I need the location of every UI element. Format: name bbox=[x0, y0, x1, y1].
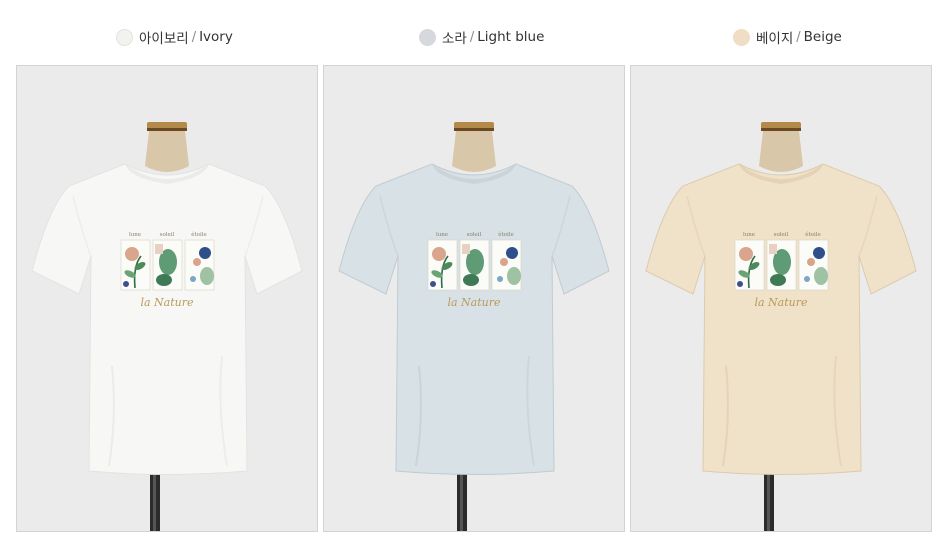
color-name-ko: 베이지 bbox=[756, 31, 794, 47]
color-name-en: Beige bbox=[803, 29, 842, 45]
print-script: la Nature bbox=[140, 296, 194, 309]
color-option-ivory[interactable]: 아이보리 / Ivory bbox=[116, 26, 233, 48]
color-name-en: Ivory bbox=[199, 29, 233, 45]
color-name-ko: 소라 bbox=[442, 31, 467, 47]
separator: / bbox=[469, 29, 475, 45]
print-word: lune bbox=[743, 232, 755, 238]
product-photo-ivory[interactable]: lune soleil étoile la Nature bbox=[16, 65, 318, 532]
product-photo-light-blue[interactable]: lune soleil étoile la Nature bbox=[323, 65, 625, 532]
print-word: soleil bbox=[467, 232, 482, 238]
color-options: 아이보리 / Ivory 소라 / Light blue 베이지 / Beige bbox=[0, 0, 950, 64]
swatch-beige bbox=[733, 28, 750, 46]
print-word: étoile bbox=[805, 231, 821, 238]
product-photo-beige[interactable]: lune soleil étoile la Nature bbox=[630, 65, 932, 532]
separator: / bbox=[191, 29, 197, 45]
swatch-light-blue bbox=[419, 28, 436, 46]
color-name-ko: 아이보리 bbox=[139, 31, 189, 47]
color-option-beige[interactable]: 베이지 / Beige bbox=[733, 26, 842, 48]
color-option-light-blue[interactable]: 소라 / Light blue bbox=[419, 26, 544, 48]
tshirt-picture: lune soleil étoile la Nature bbox=[631, 66, 931, 531]
color-name-en: Light blue bbox=[477, 29, 545, 45]
print-word: soleil bbox=[160, 232, 175, 238]
tshirt-picture: lune soleil étoile la Nature bbox=[17, 66, 317, 531]
print-word: soleil bbox=[774, 232, 789, 238]
print-word: lune bbox=[129, 232, 141, 238]
swatch-ivory bbox=[116, 28, 133, 46]
print-word: étoile bbox=[191, 231, 207, 238]
separator: / bbox=[796, 29, 801, 45]
print-script: la Nature bbox=[754, 296, 808, 309]
print-word: étoile bbox=[498, 231, 514, 238]
print-script: la Nature bbox=[447, 296, 501, 309]
tshirt-picture: lune soleil étoile la Nature bbox=[324, 66, 624, 531]
print-word: lune bbox=[436, 232, 448, 238]
